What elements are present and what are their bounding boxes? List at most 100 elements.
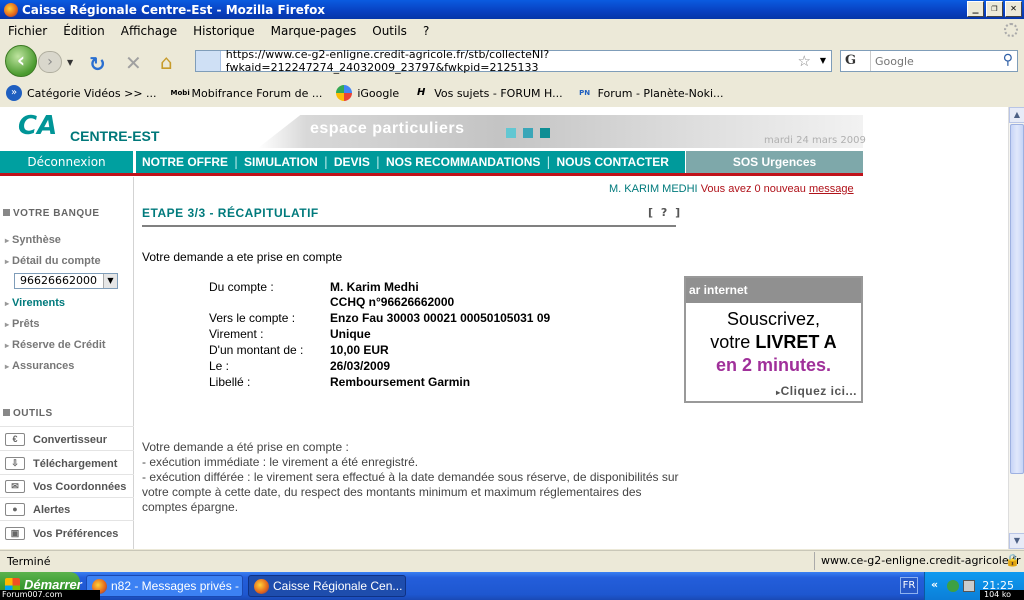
account-select[interactable]: 96626662000 ▼ bbox=[14, 273, 118, 289]
tool-convertisseur[interactable]: € Convertisseur bbox=[5, 433, 107, 446]
close-button[interactable]: ✕ bbox=[1005, 1, 1022, 17]
scroll-up-arrow-icon[interactable]: ▲ bbox=[1009, 107, 1024, 123]
reload-icon[interactable]: ↻ bbox=[89, 52, 106, 76]
menu-help[interactable]: ? bbox=[415, 24, 437, 38]
step-title-underline bbox=[142, 225, 676, 227]
caret-right-icon: ▸ bbox=[5, 257, 10, 266]
page-viewport: CA CENTRE-EST espace particuliers mardi … bbox=[0, 107, 1008, 549]
bookmark-star-icon[interactable]: ☆ bbox=[798, 52, 811, 70]
banner-title: espace particuliers bbox=[310, 120, 465, 137]
euro-icon: € bbox=[5, 433, 25, 446]
bookmark-favicon bbox=[336, 85, 353, 101]
sidebar-item-prets[interactable]: ▸ Prêts bbox=[5, 318, 40, 330]
help-link[interactable]: [ ? ] bbox=[648, 206, 682, 219]
bookmark-item[interactable]: » Catégorie Vidéos >> ... bbox=[6, 85, 157, 101]
menu-marque-pages[interactable]: Marque-pages bbox=[263, 24, 365, 38]
menu-historique[interactable]: Historique bbox=[185, 24, 263, 38]
search-box[interactable]: G ⚲ bbox=[840, 50, 1018, 72]
menu-devis[interactable]: DEVIS bbox=[328, 155, 376, 169]
download-icon: ⇩ bbox=[5, 457, 25, 470]
section-votre-banque: VOTRE BANQUE bbox=[3, 208, 100, 219]
bookmark-favicon: PN bbox=[579, 89, 591, 97]
search-engine-icon[interactable]: G bbox=[841, 51, 871, 71]
chevron-down-icon: ▼ bbox=[103, 274, 117, 288]
note-line: - exécution immédiate : le virement a ét… bbox=[142, 455, 419, 469]
note-line: - exécution différée : le virement sera … bbox=[142, 470, 679, 499]
status-text: Terminé bbox=[7, 555, 51, 568]
caret-right-icon: ▸ bbox=[5, 341, 10, 350]
livret-a-ad[interactable]: ar internet Souscrivez, votre LIVRET A e… bbox=[684, 276, 863, 403]
sidebar-item-reserve-credit[interactable]: ▸ Réserve de Crédit bbox=[5, 339, 106, 351]
menu-bar: Fichier Édition Affichage Historique Mar… bbox=[0, 21, 1024, 41]
sidebar-item-synthese[interactable]: ▸ Synthèse bbox=[5, 234, 61, 246]
history-dropdown-icon[interactable]: ▼ bbox=[67, 58, 73, 67]
ad-cta-link[interactable]: ▸Cliquez ici... bbox=[776, 384, 857, 398]
home-icon[interactable]: ⌂ bbox=[160, 50, 173, 74]
user-info: M. KARIM MEDHI Vous avez 0 nouveau messa… bbox=[609, 183, 854, 195]
message-link[interactable]: message bbox=[809, 183, 854, 195]
language-indicator[interactable]: FR bbox=[900, 577, 918, 594]
menu-affichage[interactable]: Affichage bbox=[113, 24, 185, 38]
scroll-down-arrow-icon[interactable]: ▼ bbox=[1009, 533, 1024, 549]
url-bar[interactable]: https://www.ce-g2-enligne.credit-agricol… bbox=[195, 48, 832, 74]
search-icon[interactable]: ⚲ bbox=[1003, 52, 1013, 68]
firefox-icon bbox=[4, 2, 18, 17]
banner-square bbox=[540, 128, 550, 138]
header-divider bbox=[0, 173, 863, 176]
menu-simulation[interactable]: SIMULATION bbox=[238, 155, 324, 169]
windows-taskbar: Démarrer n82 - Messages privés - ... Cai… bbox=[0, 572, 1024, 600]
bookmark-item[interactable]: PN Forum - Planète-Noki... bbox=[577, 85, 723, 101]
bookmark-favicon: » bbox=[6, 85, 22, 101]
tool-preferences[interactable]: ▣ Vos Préférences bbox=[5, 527, 118, 540]
bookmark-item[interactable]: H Vos sujets - FORUM H... bbox=[413, 85, 563, 101]
menu-outils[interactable]: Outils bbox=[364, 24, 415, 38]
watermark-left: Forum007.com bbox=[0, 590, 100, 600]
sos-urgences-button[interactable]: SOS Urgences bbox=[686, 151, 863, 173]
sidebar-item-assurances[interactable]: ▸ Assurances bbox=[5, 360, 74, 372]
search-input[interactable] bbox=[875, 54, 985, 68]
divider bbox=[0, 474, 134, 475]
vertical-scrollbar[interactable]: ▲ ▼ bbox=[1008, 107, 1024, 549]
sidebar-item-detail-compte[interactable]: ▸ Détail du compte bbox=[5, 255, 101, 267]
scrollbar-thumb[interactable] bbox=[1010, 124, 1024, 474]
back-button[interactable]: ‹ bbox=[5, 45, 37, 77]
tool-coordonnees[interactable]: ✉ Vos Coordonnées bbox=[5, 480, 126, 493]
bookmark-item[interactable]: iGoogle bbox=[336, 85, 399, 101]
taskbar-item[interactable]: n82 - Messages privés - ... bbox=[86, 575, 243, 597]
banner-square bbox=[523, 128, 533, 138]
site-identity-icon[interactable] bbox=[196, 51, 221, 71]
url-dropdown-icon[interactable]: ▼ bbox=[820, 56, 826, 65]
status-url: www.ce-g2-enligne.credit-agricole.fr bbox=[814, 552, 1022, 570]
tray-expand-icon[interactable]: « bbox=[931, 578, 938, 591]
sidebar-item-virements[interactable]: ▸ Virements bbox=[5, 297, 65, 309]
sidebar: VOTRE BANQUE ▸ Synthèse ▸ Détail du compte… bbox=[0, 177, 134, 549]
top-navigation: Déconnexion NOTRE OFFRE | SIMULATION | D… bbox=[0, 151, 863, 173]
ad-line1: Souscrivez, bbox=[726, 309, 821, 329]
bank-logo[interactable]: CA CENTRE-EST bbox=[18, 111, 168, 145]
logo-mark: CA bbox=[18, 111, 58, 141]
menu-edition[interactable]: Édition bbox=[55, 24, 113, 38]
menu-nous-contacter[interactable]: NOUS CONTACTER bbox=[550, 155, 674, 169]
taskbar-item-active[interactable]: Caisse Régionale Cen... bbox=[248, 575, 406, 597]
logout-button[interactable]: Déconnexion bbox=[0, 151, 134, 173]
ad-line3: en 2 minutes. bbox=[715, 355, 832, 375]
tray-app-icon[interactable] bbox=[947, 580, 959, 592]
note-line: Votre demande a été prise en compte : bbox=[142, 440, 349, 454]
url-text: https://www.ce-g2-enligne.credit-agricol… bbox=[225, 48, 550, 74]
section-bullet-icon bbox=[3, 209, 10, 216]
network-icon[interactable] bbox=[963, 580, 975, 592]
menu-notre-offre[interactable]: NOTRE OFFRE bbox=[136, 155, 234, 169]
menu-nos-recommandations[interactable]: NOS RECOMMANDATIONS bbox=[380, 155, 546, 169]
throbber-icon bbox=[1004, 23, 1018, 37]
window-titlebar: Caisse Régionale Centre-Est - Mozilla Fi… bbox=[0, 0, 1024, 19]
stop-icon[interactable]: ✕ bbox=[125, 51, 142, 75]
menu-fichier[interactable]: Fichier bbox=[0, 24, 55, 38]
bookmark-item[interactable]: Mobi Mobifrance Forum de ... bbox=[171, 85, 323, 101]
tool-telechargement[interactable]: ⇩ Téléchargement bbox=[5, 457, 117, 470]
tool-alertes[interactable]: ● Alertes bbox=[5, 503, 70, 516]
maximize-button[interactable]: ❐ bbox=[986, 1, 1003, 17]
forward-button[interactable]: › bbox=[38, 51, 62, 73]
padlock-icon[interactable]: 🔒 bbox=[1005, 553, 1020, 567]
divider bbox=[0, 520, 134, 521]
minimize-button[interactable]: _ bbox=[967, 1, 984, 17]
